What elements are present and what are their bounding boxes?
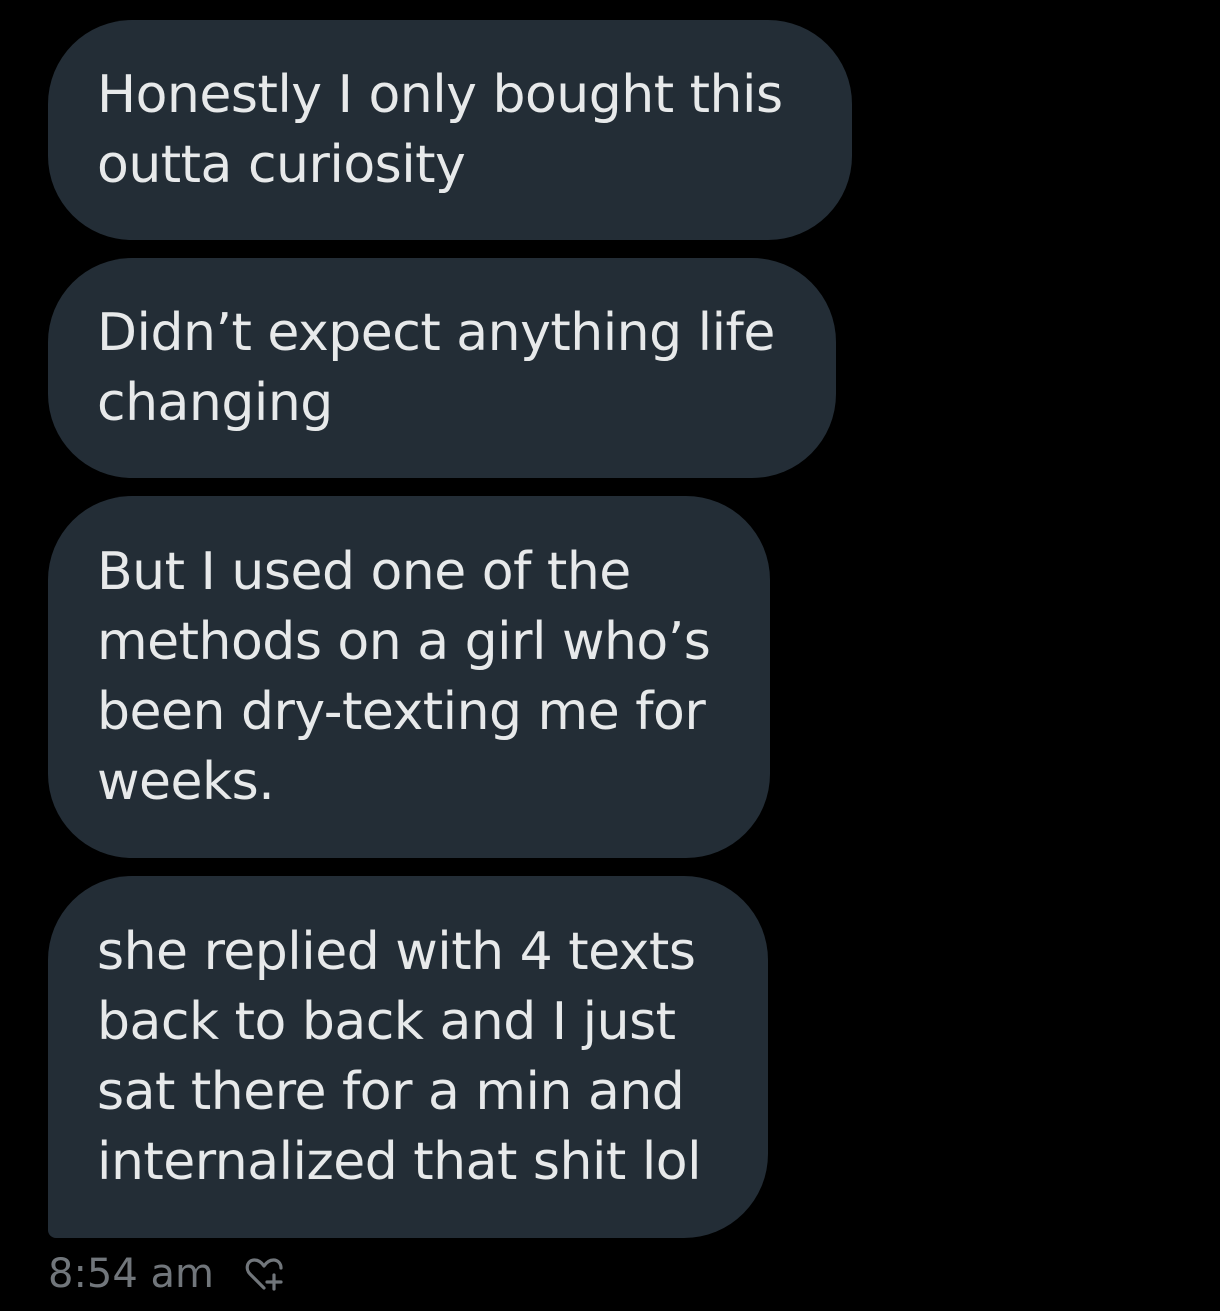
message-text: Didn’t expect anything life changing — [97, 303, 775, 433]
message-text: she replied with 4 texts back to back an… — [97, 922, 702, 1192]
message-text: But I used one of the methods on a girl … — [97, 542, 711, 812]
add-reaction-heart-icon[interactable] — [240, 1250, 288, 1298]
message-bubble[interactable]: But I used one of the methods on a girl … — [48, 496, 770, 858]
message-bubble[interactable]: Honestly I only bought this outta curios… — [48, 20, 852, 240]
message-thread: Honestly I only bought this outta curios… — [0, 0, 1220, 1311]
message-meta: 8:54 am — [48, 1248, 288, 1300]
message-text: Honestly I only bought this outta curios… — [97, 65, 783, 195]
message-timestamp: 8:54 am — [48, 1251, 215, 1297]
message-bubble[interactable]: Didn’t expect anything life changing — [48, 258, 836, 478]
message-bubble[interactable]: she replied with 4 texts back to back an… — [48, 876, 768, 1238]
